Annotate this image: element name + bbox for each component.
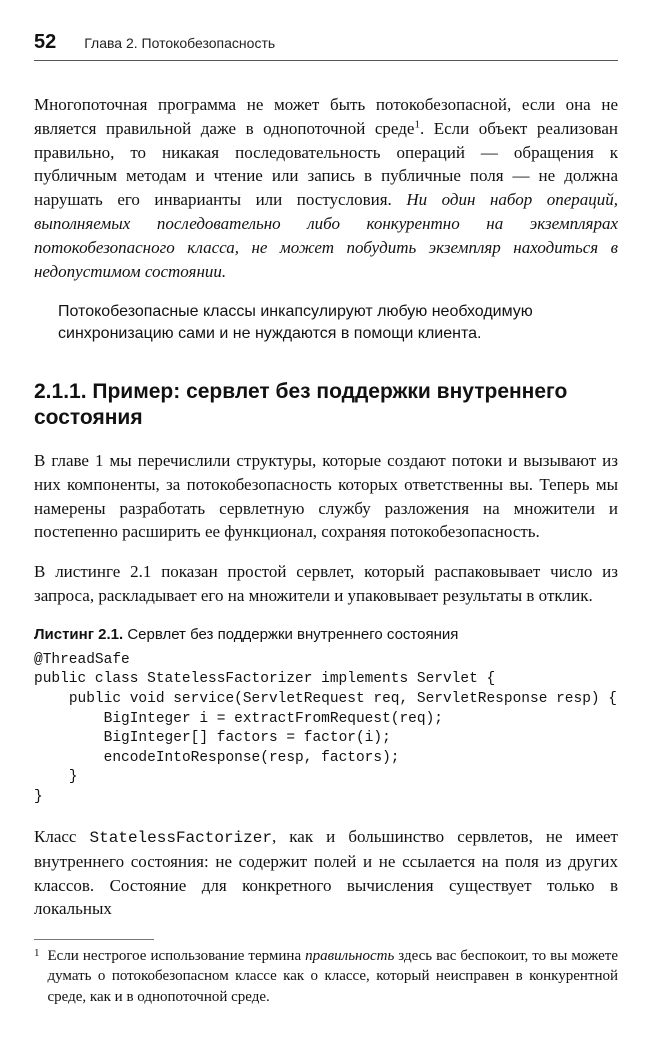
listing-title: Сервлет без поддержки внутреннего состоя… [123, 626, 458, 643]
text: Класс [34, 827, 90, 846]
section-heading: 2.1.1. Пример: сервлет без поддержки вну… [34, 379, 618, 432]
body-paragraph: В главе 1 мы перечислили структуры, кото… [34, 449, 618, 544]
footnote-separator [34, 939, 154, 940]
listing-label: Листинг 2.1. [34, 626, 123, 643]
body-paragraph: Класс StatelessFactorizer, как и большин… [34, 825, 618, 921]
footnote-text: Если нестрогое использование термина пра… [48, 946, 619, 1007]
listing-caption: Листинг 2.1. Сервлет без поддержки внутр… [34, 624, 618, 645]
code-listing: @ThreadSafe public class StatelessFactor… [34, 651, 618, 808]
page-header: 52 Глава 2. Потокобезопасность [34, 28, 618, 61]
callout-box: Потокобезопасные классы инкапсулируют лю… [58, 301, 618, 344]
footnote: 1 Если нестрогое использование термина п… [34, 946, 618, 1007]
text: Если нестрогое использование термина [48, 948, 306, 964]
callout-text: Потокобезопасные классы инкапсулируют лю… [58, 303, 533, 342]
inline-code: StatelessFactorizer [90, 829, 272, 847]
italic-text: правильность [305, 948, 394, 964]
body-paragraph: В листинге 2.1 показан простой сервлет, … [34, 560, 618, 608]
page-number: 52 [34, 28, 56, 56]
chapter-title: Глава 2. Потокобезопасность [84, 34, 275, 54]
body-paragraph: Многопоточная программа не может быть по… [34, 93, 618, 283]
footnote-number: 1 [34, 946, 40, 1007]
